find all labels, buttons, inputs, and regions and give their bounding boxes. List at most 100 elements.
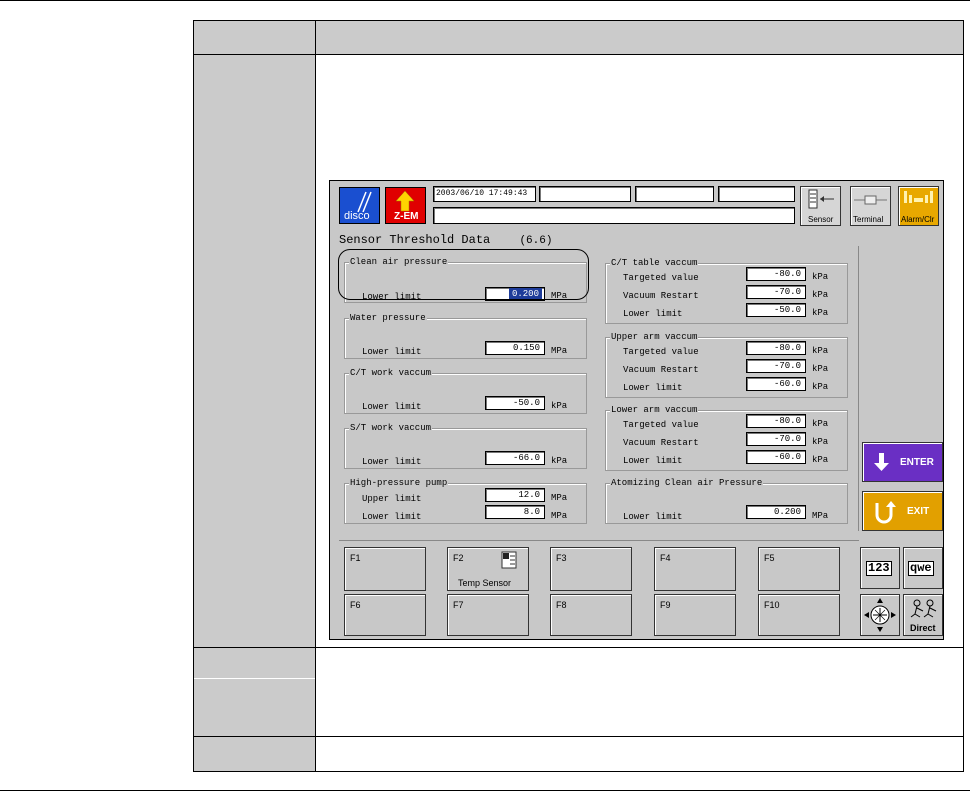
field-label: Lower limit bbox=[362, 512, 422, 522]
key-label: F2 bbox=[453, 553, 464, 563]
machine-screen: disco Z-EM 2003/06/10 17:49:43 Sensor Te… bbox=[329, 180, 944, 640]
enter-label: ENTER bbox=[900, 457, 934, 468]
unit-label: kPa bbox=[812, 455, 829, 465]
title-text: Sensor Threshold Data bbox=[339, 233, 491, 247]
hp-pump-upper-input[interactable]: 12.0 bbox=[485, 488, 545, 502]
alarm-icon bbox=[904, 191, 933, 203]
row3-label-cell bbox=[194, 648, 315, 678]
datetime-display: 2003/06/10 17:49:43 bbox=[433, 186, 536, 202]
keyboard-button[interactable]: qwe bbox=[903, 547, 943, 589]
sensor-label: Sensor bbox=[808, 215, 834, 224]
zem-label: Z-EM bbox=[394, 211, 419, 222]
input-value: -50.0 bbox=[512, 398, 540, 408]
key-label: F5 bbox=[764, 553, 775, 563]
input-value: -60.0 bbox=[773, 452, 801, 462]
group-title: Water pressure bbox=[349, 313, 427, 323]
ct-work-lower-input[interactable]: -50.0 bbox=[485, 396, 545, 410]
ct-table-lower-input[interactable]: -50.0 bbox=[746, 303, 806, 317]
zem-button[interactable]: Z-EM bbox=[385, 187, 426, 224]
key-label: F1 bbox=[350, 553, 361, 563]
input-value: 0.200 bbox=[773, 507, 801, 517]
lower-arm-lower-input[interactable]: -60.0 bbox=[746, 450, 806, 464]
f2-key-temp-sensor[interactable]: F2 Temp Sensor bbox=[447, 547, 529, 591]
sensor-button[interactable]: Sensor bbox=[800, 186, 841, 226]
terminal-icon bbox=[854, 195, 887, 205]
unit-label: kPa bbox=[812, 346, 829, 356]
input-value: 12.0 bbox=[518, 490, 540, 500]
input-value: 8.0 bbox=[523, 507, 540, 517]
f10-key[interactable]: F10 bbox=[758, 594, 840, 636]
hp-pump-lower-input[interactable]: 8.0 bbox=[485, 505, 545, 519]
group-title: Upper arm vaccum bbox=[610, 332, 699, 342]
f7-key[interactable]: F7 bbox=[447, 594, 529, 636]
unit-label: kPa bbox=[812, 364, 829, 374]
enter-button[interactable]: ENTER bbox=[862, 442, 943, 482]
group-st-work-vaccum: S/T work vaccum Lower limit -66.0 kPa bbox=[344, 423, 587, 469]
key-label: F8 bbox=[556, 600, 567, 610]
input-value: -66.0 bbox=[512, 453, 540, 463]
alarm-label: Alarm/Clr bbox=[901, 215, 935, 224]
group-title: C/T table vaccum bbox=[610, 258, 699, 268]
key-label: F9 bbox=[660, 600, 671, 610]
input-value: -70.0 bbox=[773, 434, 801, 444]
group-title: S/T work vaccum bbox=[349, 423, 433, 433]
f8-key[interactable]: F8 bbox=[550, 594, 632, 636]
lower-arm-restart-input[interactable]: -70.0 bbox=[746, 432, 806, 446]
unit-label: kPa bbox=[812, 382, 829, 392]
direct-icon bbox=[910, 599, 937, 618]
field-label: Vacuum Restart bbox=[623, 365, 699, 375]
group-ct-work-vaccum: C/T work vaccum Lower limit -50.0 kPa bbox=[344, 368, 587, 414]
field-label: Targeted value bbox=[623, 420, 699, 430]
header-cell-left bbox=[194, 21, 315, 55]
upper-arm-targeted-input[interactable]: -80.0 bbox=[746, 341, 806, 355]
input-value: -80.0 bbox=[773, 416, 801, 426]
unit-label: kPa bbox=[551, 401, 568, 411]
status-field-3 bbox=[718, 186, 795, 202]
header-cell-right bbox=[316, 21, 963, 55]
st-work-lower-input[interactable]: -66.0 bbox=[485, 451, 545, 465]
key-label: F3 bbox=[556, 553, 567, 563]
page-title: Sensor Threshold Data (6.6) bbox=[339, 233, 552, 247]
f1-key[interactable]: F1 bbox=[344, 547, 426, 591]
unit-label: MPa bbox=[551, 346, 568, 356]
f4-key[interactable]: F4 bbox=[654, 547, 736, 591]
input-value: -70.0 bbox=[773, 361, 801, 371]
terminal-button[interactable]: Terminal bbox=[850, 186, 891, 226]
f9-key[interactable]: F9 bbox=[654, 594, 736, 636]
datetime-text: 2003/06/10 17:49:43 bbox=[436, 189, 528, 198]
f6-key[interactable]: F6 bbox=[344, 594, 426, 636]
unit-label: kPa bbox=[812, 437, 829, 447]
field-label: Lower limit bbox=[623, 456, 683, 466]
field-label: Upper limit bbox=[362, 494, 422, 504]
ct-table-targeted-input[interactable]: -80.0 bbox=[746, 267, 806, 281]
water-lower-input[interactable]: 0.150 bbox=[485, 341, 545, 355]
unit-label: kPa bbox=[551, 456, 568, 466]
ct-table-restart-input[interactable]: -70.0 bbox=[746, 285, 806, 299]
row4-label-cell bbox=[194, 737, 315, 771]
input-value: -50.0 bbox=[773, 305, 801, 315]
input-value: 0.150 bbox=[512, 343, 540, 353]
numeric-keypad-button[interactable]: 123 bbox=[860, 547, 900, 589]
key-label: F10 bbox=[764, 600, 780, 610]
u-turn-icon bbox=[875, 501, 896, 524]
unit-label: MPa bbox=[551, 511, 568, 521]
atomizing-lower-input[interactable]: 0.200 bbox=[746, 505, 806, 519]
group-upper-arm-vaccum: Upper arm vaccum Targeted value -80.0 kP… bbox=[605, 332, 848, 398]
cursor-pad-button[interactable] bbox=[860, 594, 900, 636]
upper-arm-lower-input[interactable]: -60.0 bbox=[746, 377, 806, 391]
message-field bbox=[433, 207, 795, 224]
group-title: C/T work vaccum bbox=[349, 368, 433, 378]
field-label: Lower limit bbox=[362, 457, 422, 467]
upper-arm-restart-input[interactable]: -70.0 bbox=[746, 359, 806, 373]
up-arrow-icon bbox=[395, 190, 415, 212]
group-water-pressure: Water pressure Lower limit 0.150 MPa bbox=[344, 313, 587, 359]
lower-arm-targeted-input[interactable]: -80.0 bbox=[746, 414, 806, 428]
exit-button[interactable]: EXIT bbox=[862, 491, 943, 531]
bottom-rule bbox=[0, 790, 970, 791]
unit-label: MPa bbox=[812, 511, 829, 521]
f5-key[interactable]: F5 bbox=[758, 547, 840, 591]
f3-key[interactable]: F3 bbox=[550, 547, 632, 591]
alarm-clear-button[interactable]: Alarm/Clr bbox=[898, 186, 939, 226]
direct-button[interactable]: Direct bbox=[903, 594, 943, 636]
field-label: Lower limit bbox=[623, 512, 683, 522]
